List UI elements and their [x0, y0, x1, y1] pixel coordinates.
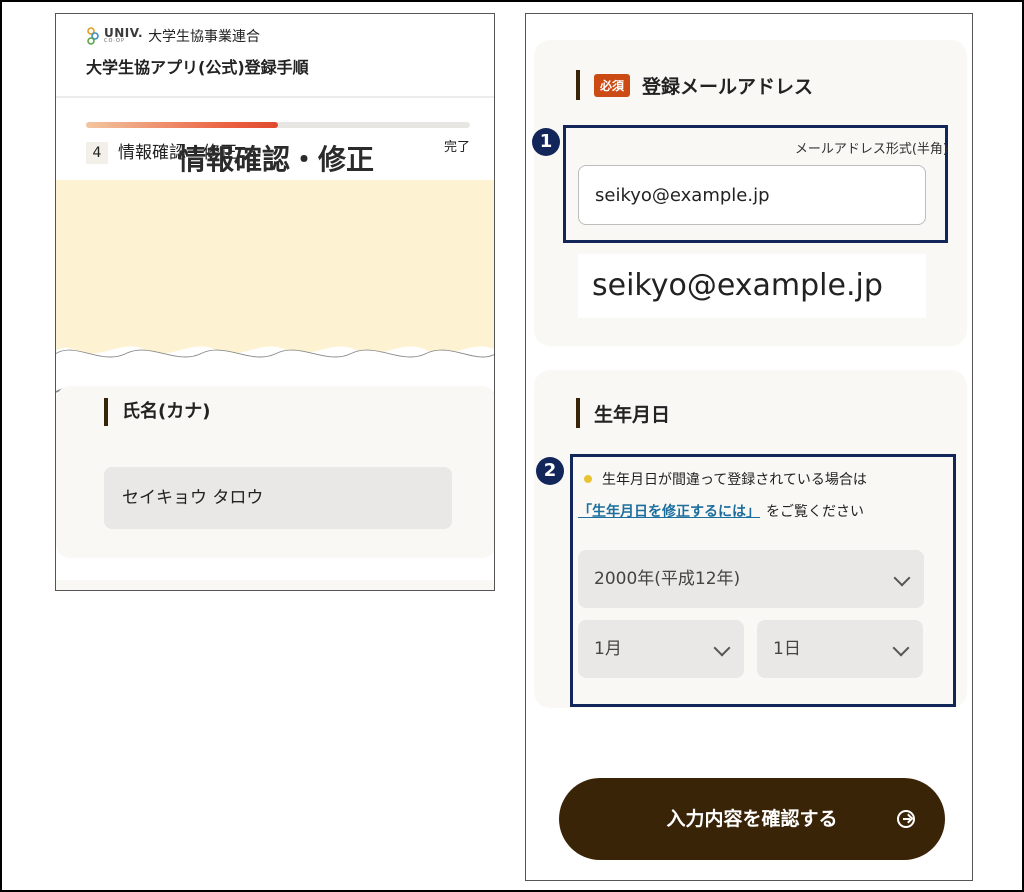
brand-org-name: 大学生協事業連合 [148, 29, 261, 45]
callout-number-1: 1 [532, 128, 560, 156]
brand-univ-text: UNIV. [104, 26, 144, 40]
arrow-circle-right-icon [897, 810, 915, 828]
birthdate-section-heading: 生年月日 [576, 398, 670, 428]
section-bar [576, 398, 580, 428]
chevron-down-icon [713, 639, 731, 657]
birth-month-select[interactable]: 1月 [578, 620, 744, 678]
next-card-edge [56, 580, 494, 590]
name-label-text: 氏名(カナ) [122, 401, 211, 422]
callout-number-2: 2 [536, 457, 564, 485]
birthdate-warning: 生年月日が間違って登録されている場合は [584, 469, 867, 489]
warning-text: 生年月日が間違って登録されている場合は [602, 472, 867, 488]
birth-day-value: 1日 [773, 639, 801, 659]
link-suffix-text: をご覧ください [766, 504, 864, 520]
univ-coop-logo-icon [87, 27, 99, 45]
email-input[interactable] [578, 165, 926, 225]
birthdate-section-label: 生年月日 [594, 403, 671, 426]
fix-birthdate-link[interactable]: 「生年月日を修正するには」 [578, 504, 760, 520]
birth-month-value: 1月 [594, 639, 622, 659]
email-format-hint: メールアドレス形式(半角) [794, 142, 948, 157]
section-bar [576, 70, 580, 100]
email-section-label: 登録メールアドレス [642, 75, 814, 98]
name-kana-field[interactable]: セイキョウ タロウ [104, 467, 452, 529]
warning-dot-icon [584, 475, 592, 483]
confirm-input-button[interactable]: 入力内容を確認する [559, 778, 945, 860]
name-section-label: 氏名(カナ) [104, 398, 210, 426]
brand-wordmark: UNIV. CO·OP [104, 26, 144, 44]
chevron-down-icon [892, 639, 910, 657]
required-badge: 必須 [594, 73, 631, 97]
section-bar [104, 398, 108, 426]
hero-title: 情報確認・修正 [177, 143, 374, 176]
birth-year-select[interactable]: 2000年(平成12年) [578, 550, 924, 608]
progress-fill [86, 122, 278, 128]
email-section-heading: 必須 登録メールアドレス [576, 70, 813, 100]
confirm-button-label: 入力内容を確認する [666, 808, 838, 830]
right-phone-screen: 必須 登録メールアドレス 1 メールアドレス形式(半角) seikyo@exam… [525, 13, 973, 881]
email-zoom-preview: seikyo@example.jp [578, 254, 926, 318]
brand: UNIV. CO·OP 大学生協事業連合 [86, 26, 494, 46]
birthdate-help-line: 「生年月日を修正するには」 をご覧ください [578, 501, 864, 521]
chevron-down-icon [893, 569, 911, 587]
birth-year-value: 2000年(平成12年) [594, 569, 741, 589]
left-phone-screen: UNIV. CO·OP 大学生協事業連合 大学生協アプリ(公式)登録手順 4 情… [55, 13, 495, 591]
progress-bar [86, 122, 470, 128]
birth-day-select[interactable]: 1日 [757, 620, 923, 678]
page-title: 大学生協アプリ(公式)登録手順 [86, 58, 309, 77]
app-header: UNIV. CO·OP 大学生協事業連合 大学生協アプリ(公式)登録手順 [56, 14, 494, 98]
